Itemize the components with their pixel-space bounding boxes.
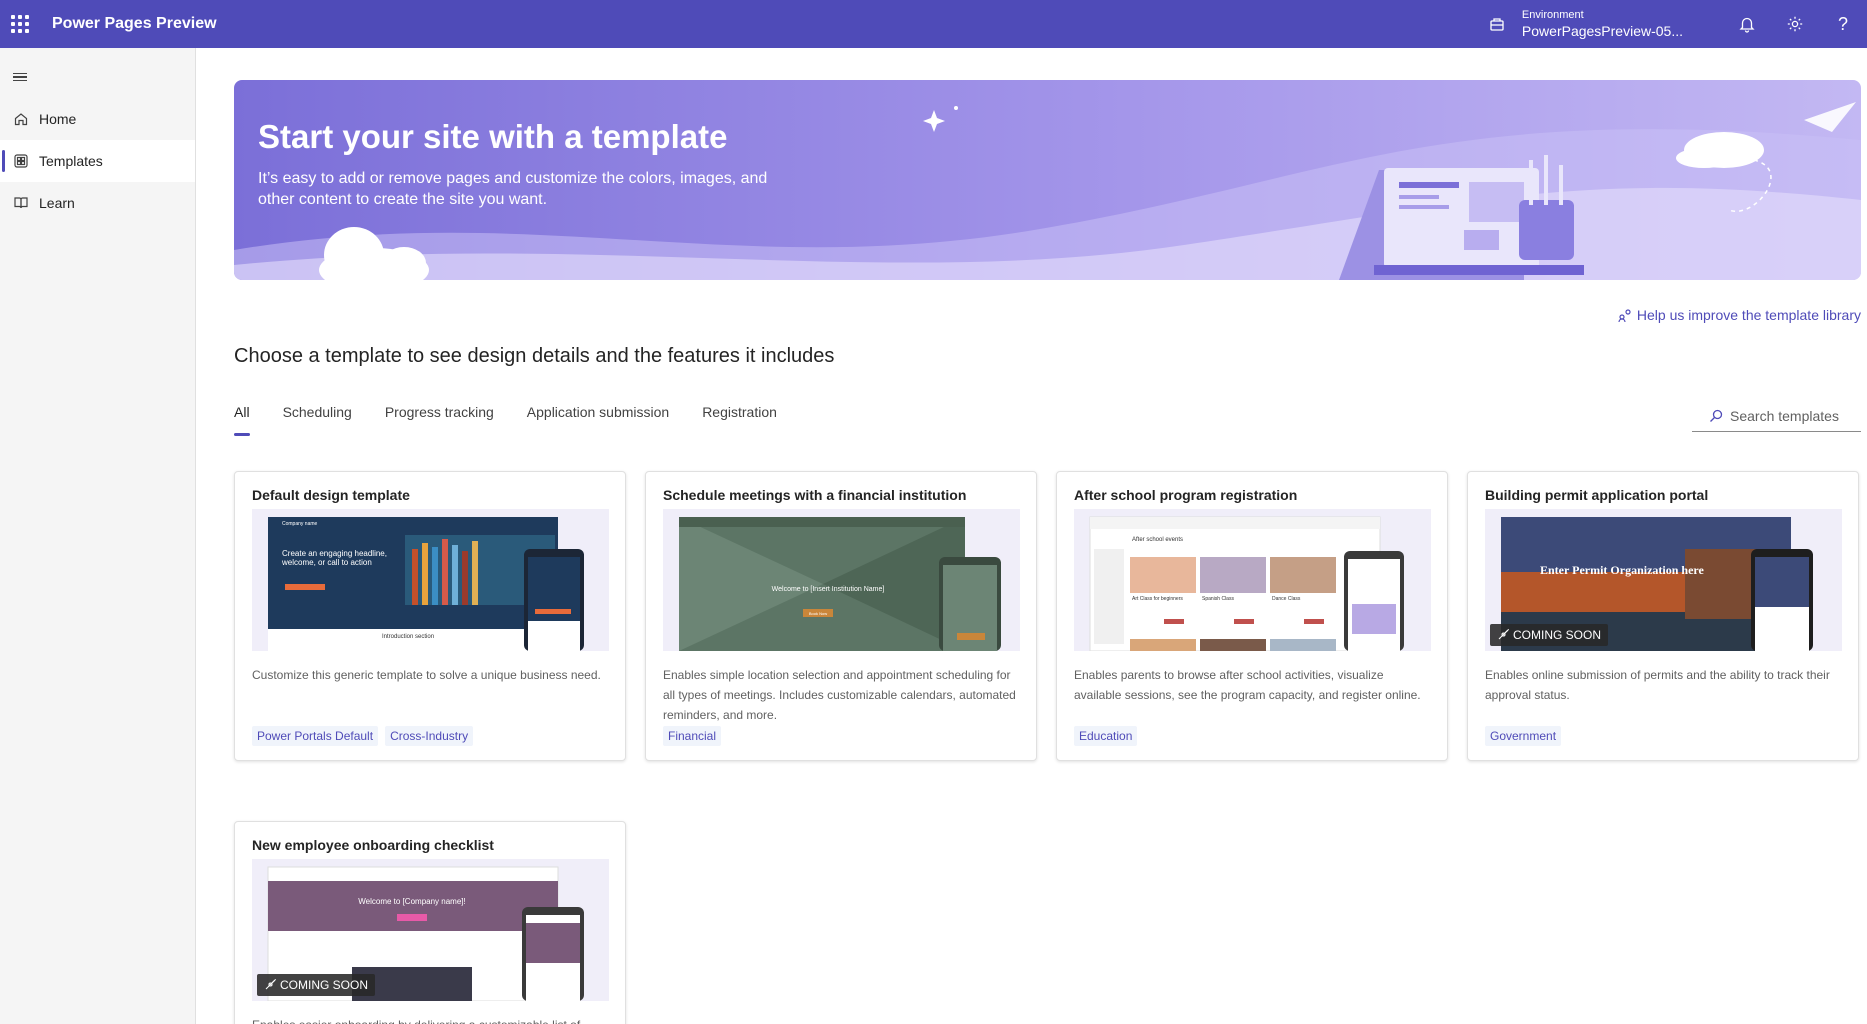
environment-picker[interactable]: Environment PowerPagesPreview-05...	[1488, 9, 1683, 40]
gear-icon	[1787, 16, 1803, 32]
tag: Power Portals Default	[252, 726, 379, 746]
notifications-button[interactable]	[1723, 0, 1771, 48]
left-navigation: Home Templates Learn	[0, 48, 196, 1024]
environment-value: PowerPagesPreview-05...	[1521, 22, 1683, 39]
search-placeholder: Search templates	[1730, 407, 1839, 424]
card-title: Schedule meetings with a financial insti…	[663, 487, 967, 503]
card-tags: Education	[1074, 726, 1144, 746]
card-preview-image: Welcome to [Company name]! COMING SOON	[252, 859, 609, 1001]
nav-item-home[interactable]: Home	[0, 98, 195, 140]
preview-welcome: Welcome to [Insert Institution Name]	[771, 586, 885, 593]
app-title[interactable]: Power Pages Preview	[52, 15, 217, 33]
preview-book-now: Book Now	[808, 611, 828, 616]
settings-button[interactable]	[1771, 0, 1819, 48]
template-card-employee-onboarding[interactable]: New employee onboarding checklist Welcom…	[234, 821, 626, 1024]
banner-title: Start your site with a template	[258, 118, 728, 155]
help-button[interactable]: ?	[1819, 0, 1867, 48]
tag: Cross-Industry	[385, 726, 474, 746]
rocket-icon	[265, 979, 276, 990]
home-icon	[14, 113, 28, 126]
preview-headline: Create an engaging headline, welcome, or…	[282, 549, 387, 567]
preview-event-2: Spanish Class	[1202, 596, 1234, 602]
template-card-building-permit[interactable]: Building permit application portal Enter…	[1467, 471, 1859, 761]
preview-event-3: Dance Class	[1272, 596, 1301, 602]
environment-label: Environment	[1521, 8, 1584, 21]
card-title: New employee onboarding checklist	[252, 837, 494, 853]
book-icon	[14, 197, 28, 209]
preview-permit-heading: Enter Permit Organization here	[1540, 563, 1704, 577]
tag: Education	[1074, 726, 1138, 746]
preview-event-1: Art Class for beginners	[1132, 596, 1183, 602]
card-description: Enables simple location selection and ap…	[663, 668, 1016, 722]
app-launcher-button[interactable]	[0, 0, 40, 48]
tab-scheduling[interactable]: Scheduling	[283, 404, 352, 428]
card-preview-image: Welcome to [Insert Institution Name] Boo…	[663, 509, 1020, 651]
hero-banner: Start your site with a template It’s eas…	[234, 80, 1861, 280]
banner-subtitle: It’s easy to add or remove pages and cus…	[258, 170, 768, 208]
card-title: Building permit application portal	[1485, 487, 1709, 503]
card-description: Customize this generic template to solve…	[252, 668, 601, 682]
card-title: Default design template	[252, 487, 410, 503]
section-title: Choose a template to see design details …	[234, 345, 835, 367]
collapse-nav-button[interactable]	[0, 56, 195, 98]
search-input[interactable]: Search templates	[1692, 400, 1861, 432]
nav-item-label: Templates	[39, 153, 103, 169]
coming-soon-badge: COMING SOON	[257, 974, 376, 996]
nav-item-templates[interactable]: Templates	[0, 140, 195, 182]
tab-registration[interactable]: Registration	[702, 404, 777, 428]
template-card-default-design[interactable]: Default design template Company name Cre…	[234, 471, 626, 761]
card-tags: Power Portals Default Cross-Industry	[252, 726, 480, 746]
feedback-link[interactable]: Help us improve the template library	[1617, 307, 1861, 323]
template-card-schedule-meetings[interactable]: Schedule meetings with a financial insti…	[645, 471, 1037, 761]
rocket-icon	[1498, 629, 1509, 640]
people-feedback-icon	[1618, 309, 1631, 323]
card-preview-image: After school events Art Class for beginn…	[1074, 509, 1431, 651]
tab-all[interactable]: All	[234, 404, 250, 436]
feedback-link-label: Help us improve the template library	[1636, 307, 1861, 323]
card-description: Enables parents to browse after school a…	[1074, 668, 1421, 702]
nav-item-learn[interactable]: Learn	[0, 182, 195, 224]
coming-soon-badge: COMING SOON	[1490, 624, 1609, 646]
preview-welcome: Welcome to [Company name]!	[358, 897, 466, 906]
card-tags: Financial	[663, 726, 728, 746]
tab-progress-tracking[interactable]: Progress tracking	[385, 404, 494, 428]
hamburger-icon	[13, 71, 27, 84]
top-bar: Power Pages Preview Environment PowerPag…	[0, 0, 1867, 48]
templates-icon	[14, 154, 28, 168]
preview-intro: Introduction section	[382, 634, 435, 640]
coming-soon-label: COMING SOON	[1513, 628, 1602, 642]
search-icon	[1710, 409, 1723, 422]
template-card-after-school[interactable]: After school program registration After …	[1056, 471, 1448, 761]
bell-icon	[1739, 17, 1755, 33]
nav-item-label: Home	[39, 111, 77, 127]
coming-soon-label: COMING SOON	[280, 978, 369, 992]
tag: Government	[1485, 726, 1562, 746]
template-filter-tabs: All Scheduling Progress tracking Applica…	[234, 404, 810, 436]
preview-events-title: After school events	[1132, 537, 1184, 543]
tab-application-submission[interactable]: Application submission	[527, 404, 669, 428]
card-preview-image: Enter Permit Organization here COMING SO…	[1485, 509, 1842, 651]
nav-item-label: Learn	[39, 195, 75, 211]
card-title: After school program registration	[1074, 487, 1298, 503]
preview-company-name: Company name	[282, 521, 318, 527]
card-description: Enables online submission of permits and…	[1485, 668, 1830, 702]
environment-icon	[1490, 18, 1504, 31]
card-tags: Government	[1485, 726, 1568, 746]
card-description: Enables easier onboarding by delivering …	[252, 1015, 610, 1024]
waffle-icon	[11, 15, 29, 33]
card-preview-image: Company name Create an engaging headline…	[252, 509, 609, 651]
tag: Financial	[663, 726, 722, 746]
